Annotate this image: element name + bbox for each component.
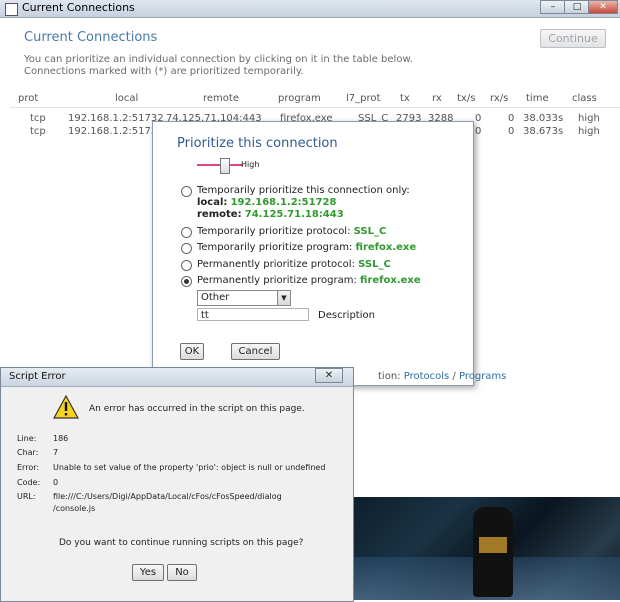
window-title: Current Connections [22,1,135,14]
option-label: Temporarily prioritize this connection o… [197,185,410,196]
col-local[interactable]: local [115,93,138,104]
remote-row: remote: 74.125.71.18:443 [197,209,410,220]
detail-key: Line: [17,434,37,443]
cell-local: 192.168.1.2:51732 [68,113,164,124]
script-error-title: Script Error [9,371,66,382]
cell-prot: tcp [30,126,46,137]
links-area: tion: Protocols / Programs [378,371,506,382]
detail-value: 0 [53,478,59,487]
option-temp-protocol[interactable]: Temporarily prioritize protocol: SSL_C [197,226,386,237]
col-rx-s[interactable]: rx/s [490,93,508,104]
detail-key: Code: [17,478,41,487]
radio-perm-protocol[interactable] [181,260,192,271]
error-message: An error has occurred in the script on t… [89,404,305,414]
cell-tx-s: 0 [475,126,482,137]
option-value: firefox.exe [355,242,417,253]
dialog-title: Prioritize this connection [177,136,338,151]
continue-question: Do you want to continue running scripts … [59,538,304,548]
radio-temp-program[interactable] [181,243,192,254]
remote-label: remote: [197,209,242,220]
chevron-down-icon[interactable]: ▼ [277,291,290,305]
script-error-titlebar: Script Error ✕ [1,368,353,387]
cancel-button[interactable]: Cancel [231,343,280,360]
links-prefix: tion: [378,371,401,382]
detail-key: URL: [17,492,36,501]
option-label: Permanently prioritize program: [197,275,357,286]
page-title: Current Connections [24,30,158,45]
class-select[interactable]: Other ▼ [197,290,291,306]
yes-button[interactable]: Yes [132,564,164,581]
radio-temp-protocol[interactable] [181,227,192,238]
option-perm-protocol[interactable]: Permanently prioritize protocol: SSL_C [197,259,391,270]
slider-label: High [241,160,260,169]
detail-value: 7 [53,448,59,457]
cell-rx-s: 0 [508,126,515,137]
option-label: Temporarily prioritize protocol: [197,226,351,237]
option-temp-connection[interactable]: Temporarily prioritize this connection o… [197,185,410,220]
cell-prot: tcp [30,113,46,124]
cell-time: 38.033s [523,113,564,124]
cell-tx-s: 0 [475,113,482,124]
option-label: Temporarily prioritize program: [197,242,353,253]
option-value: SSL_C [358,259,391,270]
detail-value-cont: /console.js [53,504,96,513]
col-class[interactable]: class [572,93,597,104]
links-separator: / [452,371,456,382]
local-value: 192.168.1.2:51728 [230,197,337,208]
cell-rx-s: 0 [508,113,515,124]
detail-value: 186 [53,434,69,443]
col-remote[interactable]: remote [203,93,239,104]
continue-button[interactable]: Continue [540,29,606,48]
col-l7-prot[interactable]: l7_prot [346,93,380,104]
programs-link[interactable]: Programs [459,371,506,382]
close-button[interactable]: ✕ [315,368,343,383]
cell-local: 192.168.1.2:51728 [68,126,164,137]
col-rx[interactable]: rx [432,93,442,104]
col-tx-s[interactable]: tx/s [457,93,475,104]
image-stripe [479,537,507,553]
remote-value: 74.125.71.18:443 [244,209,344,220]
cell-class: high [578,113,600,124]
protocols-link[interactable]: Protocols [404,371,450,382]
ok-button[interactable]: OK [180,343,204,360]
radio-perm-program[interactable] [181,276,192,287]
detail-key: Char: [17,448,39,457]
app-icon [5,3,18,16]
warning-icon [53,395,79,419]
class-select-value: Other [201,292,230,303]
option-label: Permanently prioritize protocol: [197,259,355,270]
close-button[interactable]: ✕ [588,0,618,14]
minimize-button[interactable]: – [540,0,566,14]
col-time[interactable]: time [526,93,549,104]
info-text-1: You can prioritize an individual connect… [24,54,413,65]
option-value: SSL_C [353,226,387,237]
cell-time: 38.673s [523,126,564,137]
radio-temp-connection[interactable] [181,186,192,197]
option-perm-program[interactable]: Permanently prioritize program: firefox.… [197,275,421,286]
cell-class: high [578,126,600,137]
description-label: Description [318,310,375,321]
no-button[interactable]: No [167,564,197,581]
detail-value: file:///C:/Users/Digi/AppData/Local/cFos… [53,492,282,501]
window-titlebar: Current Connections – □ ✕ [0,0,620,18]
local-row: local: 192.168.1.2:51728 [197,197,410,208]
col-program[interactable]: program [278,93,321,104]
col-tx[interactable]: tx [400,93,410,104]
detail-key: Error: [17,463,40,472]
option-value: firefox.exe [360,275,421,286]
col-prot[interactable]: prot [18,93,38,104]
local-label: local: [197,197,228,208]
maximize-button[interactable]: □ [564,0,590,14]
table-header: prot local remote program l7_prot tx rx … [10,89,620,108]
info-text-2: Connections marked with (*) are prioriti… [24,66,304,77]
background-image [353,497,620,600]
description-input[interactable]: tt [197,308,309,321]
prioritize-dialog: Prioritize this connection High Temporar… [152,121,506,386]
option-temp-program[interactable]: Temporarily prioritize program: firefox.… [197,242,416,253]
priority-slider-thumb[interactable] [220,158,230,174]
script-error-dialog: Script Error ✕ An error has occurred in … [0,367,354,602]
detail-value: Unable to set value of the property 'pri… [53,463,326,472]
